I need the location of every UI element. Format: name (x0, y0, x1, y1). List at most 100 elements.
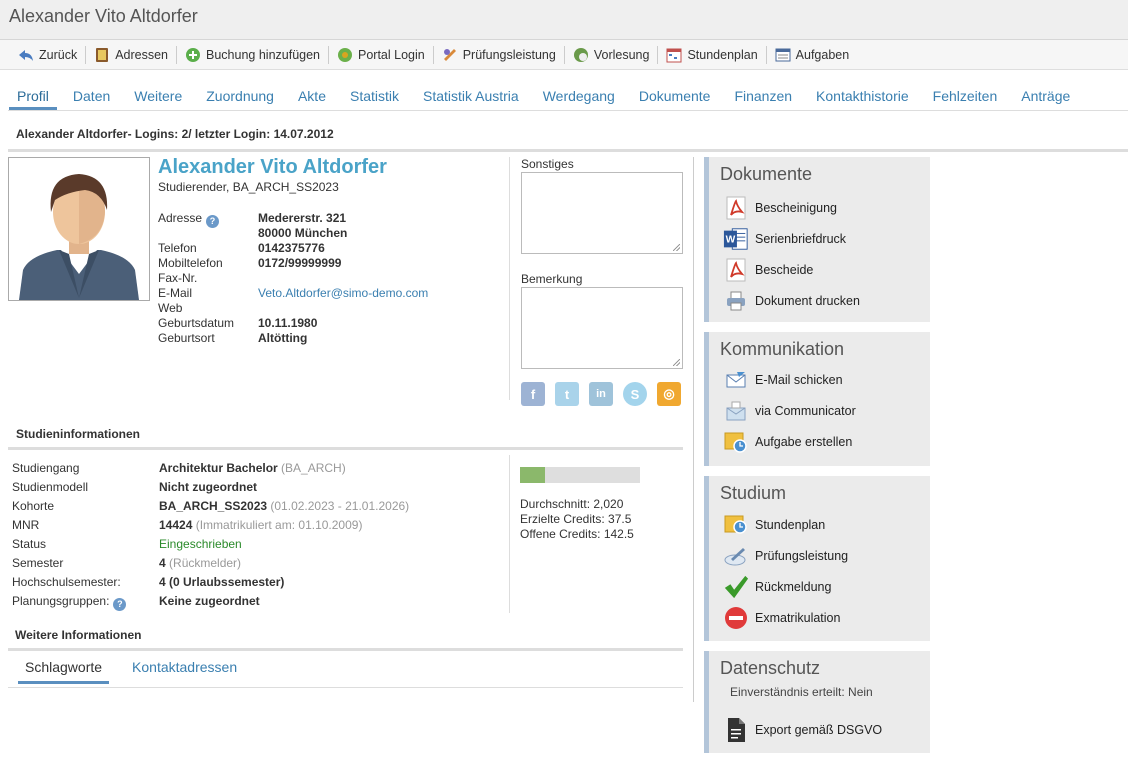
fax-label: Fax-Nr. (158, 271, 198, 285)
studiengang-code: (BA_ARCH) (281, 461, 346, 475)
sonstiges-textarea[interactable] (521, 172, 683, 254)
tab-antraege[interactable]: Anträge (1021, 80, 1070, 110)
mnr-note: (Immatrikuliert am: 01.10.2009) (195, 518, 363, 532)
title-bar: Alexander Vito Altdorfer (0, 0, 1128, 40)
bemerkung-textarea[interactable] (521, 287, 683, 369)
portal-login-button[interactable]: Portal Login (331, 44, 431, 66)
linkedin-icon[interactable]: in (589, 382, 613, 406)
panel-dokumente: Dokumente Bescheinigung W Serienbriefdru… (704, 157, 930, 322)
telefon-label: Telefon (158, 241, 197, 255)
resize-handle[interactable] (673, 244, 680, 251)
portal-login-label: Portal Login (358, 47, 425, 62)
serienbriefdruck-link[interactable]: W Serienbriefdruck (723, 226, 846, 252)
toolbar-separator (176, 45, 178, 64)
tab-statistik[interactable]: Statistik (350, 80, 399, 110)
stundenplan-link[interactable]: Stundenplan (723, 512, 825, 538)
panel-datenschutz: Datenschutz Einverständnis erteilt: Nein… (704, 651, 930, 753)
svg-text:W: W (726, 235, 736, 246)
back-button[interactable]: Zurück (12, 44, 83, 66)
tab-daten[interactable]: Daten (73, 80, 110, 110)
exmatrikulation-link[interactable]: Exmatrikulation (723, 605, 840, 631)
toolbar-separator (328, 45, 329, 64)
section-divider (8, 447, 683, 450)
geburtsort-label: Geburtsort (158, 331, 215, 345)
web-label: Web (158, 301, 183, 315)
dokument-drucken-link[interactable]: Dokument drucken (723, 288, 860, 314)
credit-stats: Durchschnitt: 2,020 Erzielte Credits: 37… (520, 497, 634, 542)
tab-fehlzeiten[interactable]: Fehlzeiten (933, 80, 998, 110)
mobil-label: Mobiltelefon (158, 256, 223, 270)
column-divider (509, 157, 510, 400)
panel-studium: Studium Stundenplan Prüfungsleistung Rüc… (704, 476, 930, 641)
add-booking-label: Buchung hinzufügen (206, 47, 320, 62)
resize-handle[interactable] (673, 359, 680, 366)
xing-icon[interactable]: ◎ (657, 382, 681, 406)
panel-studium-title: Studium (720, 483, 787, 503)
kohorte-value: BA_ARCH_SS2023 (159, 499, 268, 513)
lecture-button[interactable]: Vorlesung (567, 44, 656, 66)
geburtsdatum-value: 10.11.1980 (258, 316, 318, 330)
panel-kommunikation-title: Kommunikation (720, 339, 845, 359)
studienmodell-value: Nicht zugeordnet (159, 480, 257, 494)
tab-weitere[interactable]: Weitere (134, 80, 182, 110)
export-dsgvo-link[interactable]: Export gemäß DSGVO (723, 717, 882, 743)
profile-photo (8, 157, 150, 301)
column-divider (509, 455, 510, 613)
toolbar-separator (85, 45, 87, 64)
document-icon (723, 717, 749, 743)
bemerkung-label: Bemerkung (521, 272, 583, 286)
rueckmeldung-link[interactable]: Rückmeldung (723, 574, 831, 600)
exam-label: Prüfungsleistung (462, 47, 556, 62)
tab-schlagworte[interactable]: Schlagworte (18, 654, 110, 684)
add-booking-button[interactable]: Buchung hinzufügen (179, 44, 326, 66)
tasks-icon (775, 48, 791, 61)
stop-icon (723, 605, 749, 631)
sonstiges-label: Sonstiges (521, 157, 574, 171)
offene-credits: Offene Credits: 142.5 (520, 527, 634, 541)
tab-dokumente[interactable]: Dokumente (639, 80, 711, 110)
help-icon[interactable]: ? (113, 598, 127, 611)
facebook-icon[interactable]: f (521, 382, 545, 406)
durchschnitt: Durchschnitt: 2,020 (520, 497, 624, 511)
email-schicken-link[interactable]: E-Mail schicken (723, 367, 843, 393)
addresses-label: Adressen (115, 47, 169, 62)
social-links: f t in S ◎ (521, 382, 681, 406)
tab-kontaktadressen[interactable]: Kontaktadressen (125, 654, 244, 684)
section-divider (8, 648, 683, 651)
tab-finanzen[interactable]: Finanzen (734, 80, 792, 110)
tasks-button[interactable]: Aufgaben (769, 44, 856, 66)
email-link[interactable]: Veto.Altdorfer@simo-demo.com (258, 286, 428, 300)
tab-akte[interactable]: Akte (298, 80, 326, 110)
toolbar-separator (765, 45, 767, 64)
tab-statistik-austria[interactable]: Statistik Austria (423, 80, 519, 110)
bescheinigung-link[interactable]: Bescheinigung (723, 195, 837, 221)
consent-status: Einverständnis erteilt: Nein (730, 685, 873, 699)
stundenplan-label: Stundenplan (755, 518, 826, 532)
pruefungsleistung-link[interactable]: Prüfungsleistung (723, 543, 848, 569)
portal-icon (338, 47, 352, 62)
tab-zuordnung[interactable]: Zuordnung (206, 80, 274, 110)
studienmodell-label: Studienmodell (12, 480, 89, 494)
exam-icon (443, 48, 456, 61)
rueckmeldung-label: Rückmeldung (755, 580, 832, 594)
exam-button[interactable]: Prüfungsleistung (436, 44, 562, 66)
student-name: Alexander Vito Altdorfer (158, 156, 387, 178)
via-communicator-label: via Communicator (755, 404, 856, 418)
aufgabe-erstellen-link[interactable]: Aufgabe erstellen (723, 429, 852, 455)
toolbar-separator (563, 45, 565, 64)
addresses-button[interactable]: Adressen (88, 44, 174, 66)
tab-kontakthistorie[interactable]: Kontakthistorie (816, 80, 909, 110)
help-icon[interactable]: ? (206, 215, 220, 228)
tab-werdegang[interactable]: Werdegang (543, 80, 615, 110)
skype-icon[interactable]: S (623, 382, 647, 406)
timetable-icon (666, 48, 682, 62)
timetable-button[interactable]: Stundenplan (660, 44, 763, 66)
bescheide-link[interactable]: Bescheide (723, 257, 813, 283)
hochschulsemester-label: Hochschulsemester: (12, 575, 121, 589)
section-divider (8, 149, 1128, 152)
via-communicator-link[interactable]: via Communicator (723, 398, 856, 424)
twitter-icon[interactable]: t (555, 382, 579, 406)
dokument-drucken-label: Dokument drucken (755, 294, 860, 308)
tab-profil[interactable]: Profil (9, 80, 57, 110)
kohorte-range: (01.02.2023 - 21.01.2026) (270, 499, 410, 513)
